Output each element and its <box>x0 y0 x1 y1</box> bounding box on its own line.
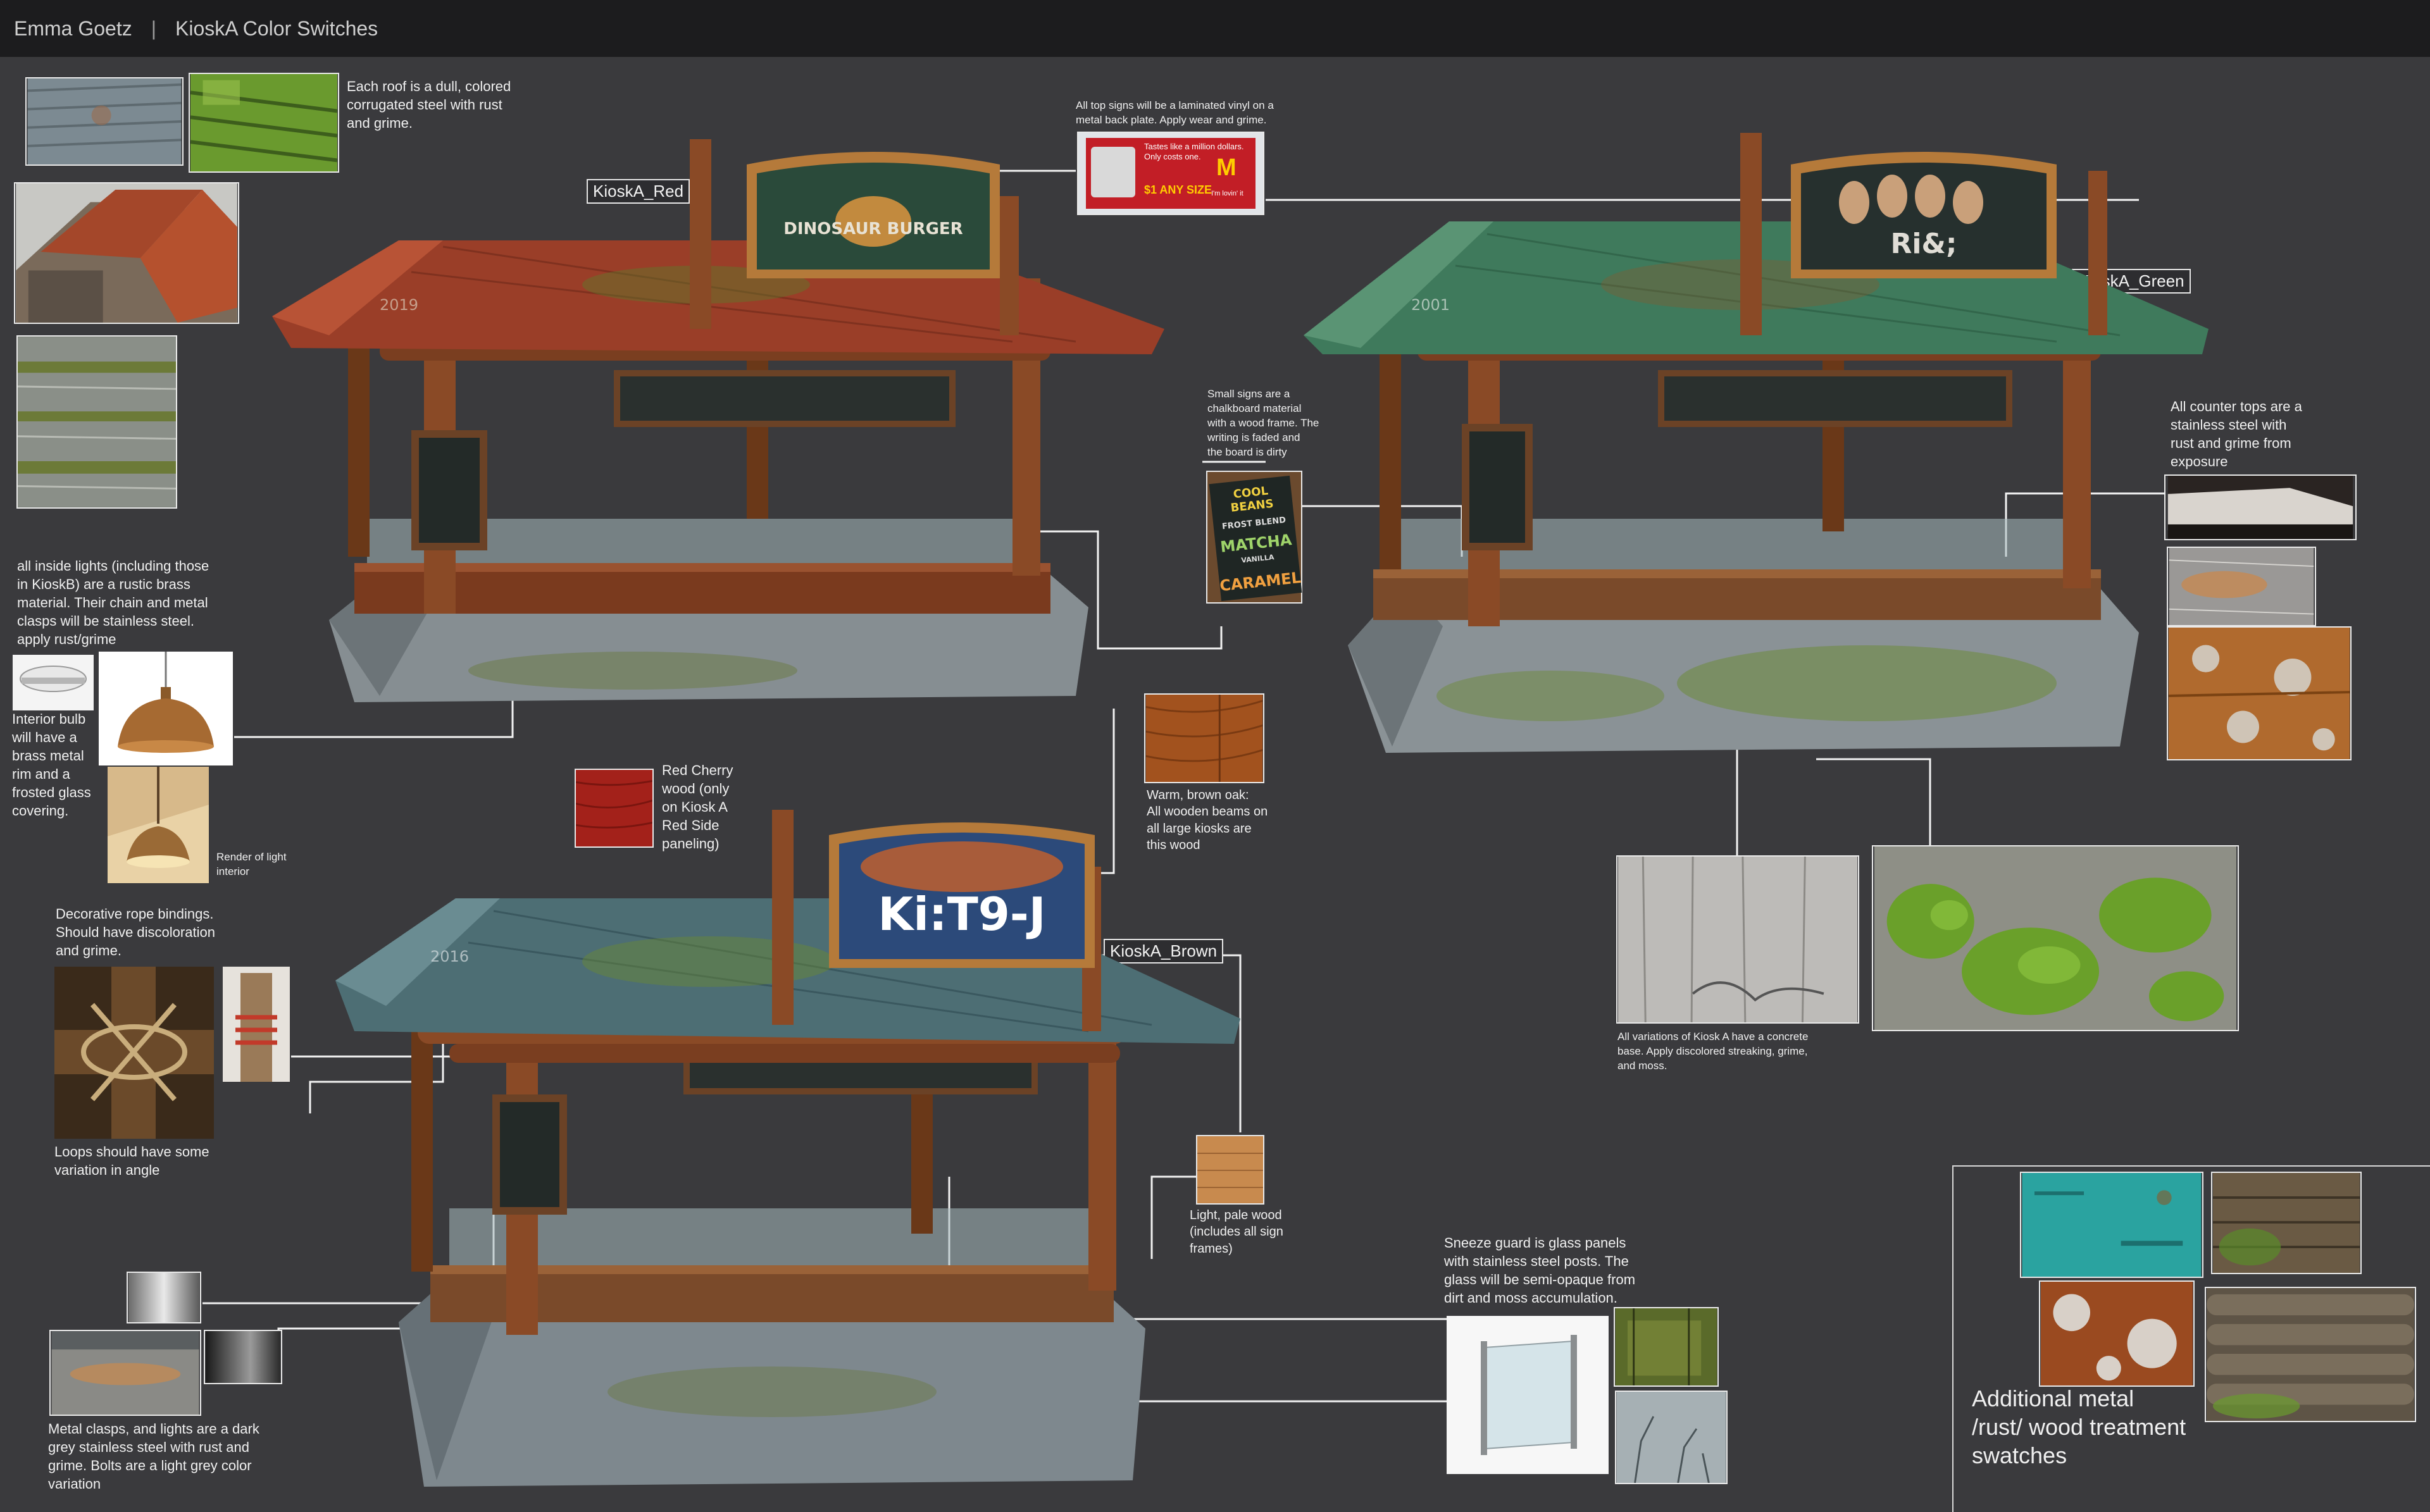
kiosk-red-year: 2019 <box>380 296 418 314</box>
kiosk-green-year: 2001 <box>1411 296 1450 314</box>
render-light-note: Render of light interior <box>216 851 287 877</box>
chalk-line1: COOL BEANS <box>1230 484 1274 515</box>
loops-note: Loops should have some variation in angl… <box>54 1144 209 1179</box>
frosted-glass-swatch <box>1615 1391 1728 1484</box>
chalkboard-swatch: COOL BEANS FROST BLEND MATCHA VANILLA CA… <box>1206 471 1302 604</box>
header-bar: Emma Goetz | KioskA Color Switches <box>0 0 2430 57</box>
kiosk-brown-year: 2016 <box>430 948 469 965</box>
additional-swatches-note: Additional metal /rust/ wood treatment s… <box>1972 1385 2186 1468</box>
rope-post-photo <box>223 967 290 1082</box>
header-separator: | <box>151 16 157 40</box>
kiosk-brown-render: 2016 Ki:T9-J <box>335 810 1240 1487</box>
concrete-swatch <box>1616 855 1859 1024</box>
ceiling-light-icon <box>13 655 94 710</box>
kiosk-red-render: 2019 DINOSAUR BURGER <box>272 139 1164 702</box>
roof-note: Each roof is a dull, colored corrugated … <box>347 78 511 132</box>
teal-metal-swatch <box>2020 1172 2203 1278</box>
rusted-roof-photo <box>14 182 239 324</box>
dark-steel-swatch <box>204 1330 282 1384</box>
brass-pendant-lamp-icon <box>99 652 233 765</box>
glass-panel-icon <box>1447 1316 1609 1474</box>
steel-swatch <box>127 1272 201 1323</box>
kiosk-green-sign-text: Ri&; <box>1891 228 1957 260</box>
roof-metal-swatch <box>25 77 184 166</box>
document-title: KioskA Color Switches <box>175 16 378 40</box>
rope-binding-photo <box>54 967 214 1139</box>
inside-lights-note: all inside lights (including those in Ki… <box>17 558 209 648</box>
kiosk-red-sign-text: DINOSAUR BURGER <box>783 220 963 239</box>
kiosk-brown-sign-text: Ki:T9-J <box>878 888 1045 941</box>
metal-clasps-note: Metal clasps, and lights are a dark grey… <box>48 1421 259 1492</box>
rust-panel-swatch <box>2039 1280 2195 1387</box>
author-name: Emma Goetz <box>14 16 132 40</box>
concrete-note: All variations of Kiosk A have a concret… <box>1617 1031 1809 1072</box>
moss-concrete-swatch <box>1872 845 2239 1031</box>
interior-bulb-note: Interior bulb will have a brass metal ri… <box>12 711 91 819</box>
arches-logo-icon: M <box>1216 154 1237 181</box>
mossy-wood-swatch <box>2211 1172 2362 1274</box>
rope-note: Decorative rope bindings. Should have di… <box>56 906 215 959</box>
billboard-sub: I'm lovin' it <box>1211 190 1243 197</box>
dirty-glass-swatch <box>1614 1307 1719 1387</box>
sneeze-guard-note: Sneeze guard is glass panels with stainl… <box>1444 1235 1636 1306</box>
top-signs-note: All top signs will be a laminated vinyl … <box>1076 99 1274 126</box>
chalk-line5: CARAMEL <box>1219 568 1302 595</box>
light-interior-render <box>108 767 209 883</box>
chalk-line2: FROST BLEND <box>1221 515 1287 532</box>
log-wall-swatch <box>2205 1287 2416 1422</box>
mossy-metal-swatch <box>16 335 177 509</box>
rusted-steel-swatch <box>49 1330 201 1416</box>
kiosk-green-render: 2001 Ri&; <box>1304 133 2209 753</box>
